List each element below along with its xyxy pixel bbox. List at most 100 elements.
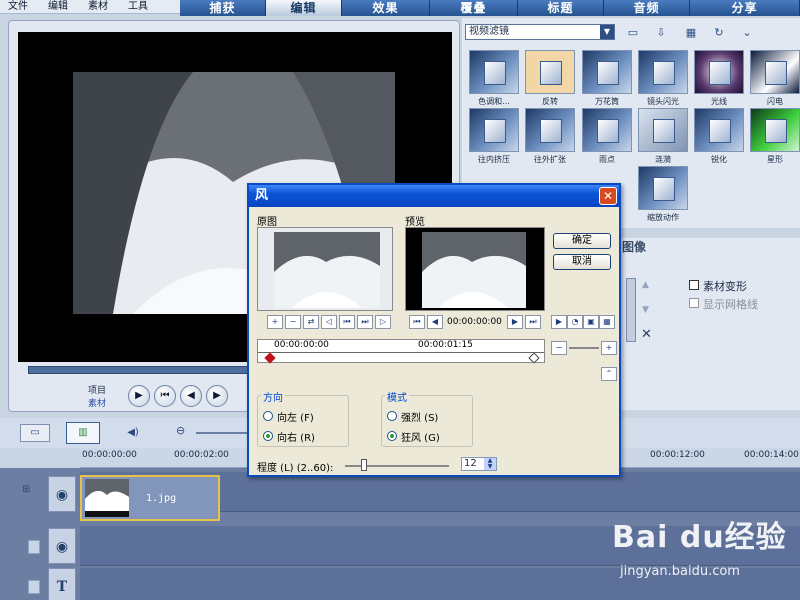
- start-keyframe-icon[interactable]: [264, 352, 276, 364]
- effect-item[interactable]: 光线: [694, 50, 744, 110]
- play-icon[interactable]: ▶: [128, 385, 150, 407]
- effect-item[interactable]: 反转: [525, 50, 575, 110]
- step-effect[interactable]: 效果: [342, 0, 430, 16]
- keyframe-add-icon[interactable]: +: [267, 315, 283, 329]
- go-start-icon[interactable]: ⏮: [409, 315, 425, 329]
- filter-category-value: 视频滤镜: [469, 26, 509, 37]
- speed-icon[interactable]: ◔: [567, 315, 583, 329]
- end-keyframe-icon[interactable]: [528, 352, 540, 364]
- dialog-titlebar[interactable]: 风 ✕: [249, 185, 619, 207]
- zoom-slider[interactable]: [196, 432, 248, 434]
- spinner-icon[interactable]: ▲ ▼: [484, 458, 496, 470]
- keyframe-timeline[interactable]: 00:00:00:00 00:00:01:15: [257, 339, 545, 364]
- list-scrollbar[interactable]: [626, 278, 636, 342]
- audio-view-icon[interactable]: ◀): [118, 424, 148, 442]
- delete-icon[interactable]: ✕: [641, 327, 652, 342]
- arrow-down-icon[interactable]: ▼: [642, 305, 652, 315]
- step-edit[interactable]: 编辑: [266, 0, 342, 16]
- menu-tools[interactable]: 工具: [128, 0, 148, 14]
- menu-edit[interactable]: 编辑: [48, 0, 68, 14]
- effect-item[interactable]: 往外扩张: [525, 108, 575, 168]
- effect-item[interactable]: 涟漪: [638, 108, 688, 168]
- prev-frame-icon[interactable]: ◀: [180, 385, 202, 407]
- direction-left-radio[interactable]: [263, 411, 273, 421]
- filter-category-select[interactable]: 视频滤镜 ▼: [465, 24, 615, 40]
- effect-thumb-icon: [694, 108, 744, 152]
- zoom-plus-icon[interactable]: +: [601, 341, 617, 355]
- direction-right-radio[interactable]: [263, 431, 273, 441]
- step-capture[interactable]: 捕获: [180, 0, 266, 16]
- step-forward-icon[interactable]: ▶: [507, 315, 523, 329]
- step-overlay[interactable]: 覆叠: [430, 0, 518, 16]
- close-button[interactable]: ✕: [599, 187, 617, 205]
- refresh-icon[interactable]: ↻: [710, 24, 728, 42]
- effect-item[interactable]: 色调和...: [469, 50, 519, 110]
- menu-file[interactable]: 文件: [8, 0, 28, 14]
- go-end-icon[interactable]: ⏭: [525, 315, 541, 329]
- keyframe-reverse-icon[interactable]: ⇄: [303, 315, 319, 329]
- ok-button[interactable]: 确定: [553, 233, 611, 249]
- keyframe-prev-icon[interactable]: ⏮: [339, 315, 355, 329]
- keyframe-remove-icon[interactable]: −: [285, 315, 301, 329]
- video-track-icon[interactable]: ◉: [48, 476, 76, 512]
- step-title[interactable]: 标题: [518, 0, 604, 16]
- menu-clip[interactable]: 素材: [88, 0, 108, 14]
- chevron-down-icon[interactable]: ▼: [600, 25, 614, 39]
- mode-strong-radio[interactable]: [387, 411, 397, 421]
- monitor-icon[interactable]: ▣: [583, 315, 599, 329]
- keyframe-move-right-icon[interactable]: ▷: [375, 315, 391, 329]
- timeline-zoom-slider[interactable]: [569, 347, 599, 349]
- folder-icon[interactable]: ▭: [624, 24, 642, 42]
- keyframe-move-left-icon[interactable]: ◁: [321, 315, 337, 329]
- import-icon[interactable]: ⇩: [652, 24, 670, 42]
- effect-thumb-icon: [694, 50, 744, 94]
- zoom-out-icon[interactable]: ⊖: [176, 424, 190, 440]
- cancel-button[interactable]: 取消: [553, 254, 611, 270]
- effect-label: 镜头闪光: [647, 97, 679, 106]
- track-manager-icon[interactable]: ⊞: [22, 484, 42, 500]
- grid-icon[interactable]: ▦: [599, 315, 615, 329]
- show-grid-checkbox[interactable]: [689, 298, 699, 308]
- collapse-icon[interactable]: ⌃: [601, 367, 617, 381]
- step-share[interactable]: 分享: [690, 0, 800, 16]
- keyframe-next-icon[interactable]: ⏭: [357, 315, 373, 329]
- mode-gale-radio[interactable]: [387, 431, 397, 441]
- track-toggle-icon[interactable]: [28, 580, 40, 594]
- effect-item[interactable]: 闪电: [750, 50, 800, 110]
- play-preview-icon[interactable]: ▶: [551, 315, 567, 329]
- step-audio[interactable]: 音频: [604, 0, 690, 16]
- timeline-clip[interactable]: 1.jpg: [80, 475, 220, 521]
- title-track-icon[interactable]: T: [48, 568, 76, 600]
- next-frame-icon[interactable]: ▶: [206, 385, 228, 407]
- degree-spinbox[interactable]: 12 ▲ ▼: [461, 457, 497, 471]
- overlay-track-icon[interactable]: ◉: [48, 528, 76, 564]
- clip-transform-label: 素材变形: [703, 280, 747, 293]
- project-label[interactable]: 项目: [88, 383, 106, 396]
- timeline-view-icon[interactable]: ▥: [66, 422, 100, 444]
- zoom-minus-icon[interactable]: −: [551, 341, 567, 355]
- timeline-start-time: 00:00:00:00: [274, 340, 329, 350]
- original-image: [274, 232, 380, 308]
- wind-filter-dialog: 风 ✕ 原图 预览 确定 取消 + − ⇄ ◁ ⏮ ⏭ ▷ ⏮ ◀ 00:00:…: [247, 183, 621, 477]
- clip-label[interactable]: 素材: [88, 396, 106, 409]
- step-back-icon[interactable]: ◀: [427, 315, 443, 329]
- clip-name: 1.jpg: [146, 493, 177, 504]
- clip-transform-checkbox[interactable]: [689, 280, 699, 290]
- effect-item[interactable]: 万花筒: [582, 50, 632, 110]
- effect-item[interactable]: 雨点: [582, 108, 632, 168]
- effect-item[interactable]: 星形: [750, 108, 800, 168]
- start-icon[interactable]: ⏮: [154, 385, 176, 407]
- baidu-watermark-url: jingyan.baidu.com: [620, 564, 740, 579]
- effect-item[interactable]: 镜头闪光: [638, 50, 688, 110]
- effect-item[interactable]: 缩放动作: [638, 166, 688, 226]
- original-label: 原图: [257, 217, 277, 228]
- expand-icon[interactable]: ⌄: [738, 24, 756, 42]
- track-toggle-icon[interactable]: [28, 540, 40, 554]
- effect-item[interactable]: 往内挤压: [469, 108, 519, 168]
- arrow-up-icon[interactable]: ▲: [642, 280, 652, 290]
- effect-item[interactable]: 锐化: [694, 108, 744, 168]
- library-icon[interactable]: ▦: [682, 24, 700, 42]
- preview-time: 00:00:00:00: [447, 317, 502, 327]
- storyboard-view-icon[interactable]: ▭: [20, 424, 50, 442]
- degree-slider-thumb[interactable]: [361, 459, 367, 471]
